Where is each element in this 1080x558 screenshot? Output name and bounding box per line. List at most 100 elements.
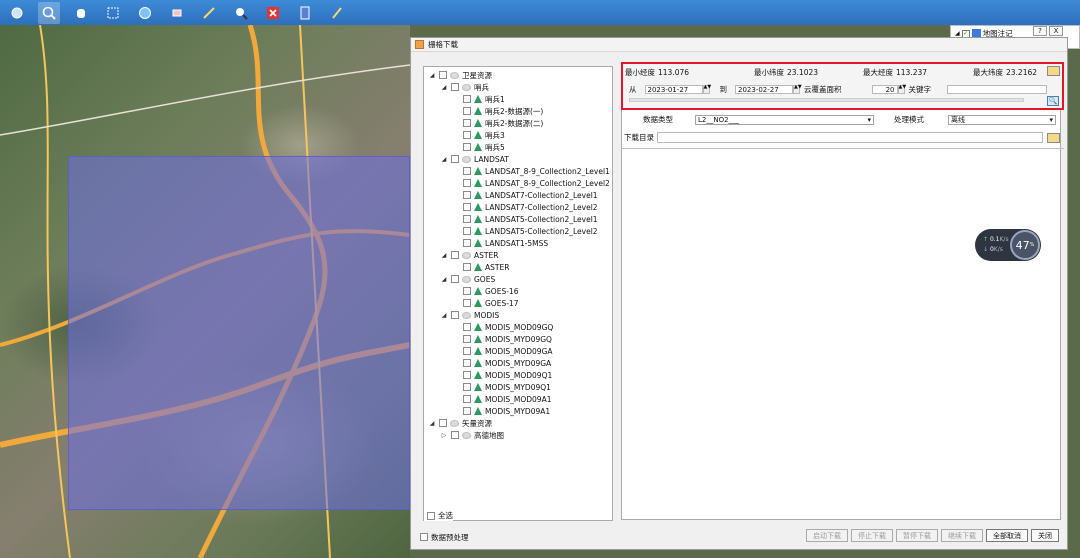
tree-node-checkbox[interactable] xyxy=(451,311,459,319)
expand-toggle-icon[interactable]: ◢ xyxy=(440,156,448,163)
tree-node-checkbox[interactable] xyxy=(463,131,471,139)
tree-leaf-node[interactable]: 哨兵5 xyxy=(424,141,612,153)
tree-leaf-node[interactable]: GOES-17 xyxy=(424,297,612,309)
tree-node-checkbox[interactable] xyxy=(463,239,471,247)
tree-node-checkbox[interactable] xyxy=(463,167,471,175)
preprocess-checkbox[interactable] xyxy=(420,533,428,541)
clear-red-x-icon[interactable] xyxy=(262,2,284,24)
from-date-field[interactable]: 2023-01-27 xyxy=(644,85,703,94)
tree-node-checkbox[interactable] xyxy=(463,335,471,343)
select-tool-icon[interactable] xyxy=(102,2,124,24)
footer-button[interactable]: 停止下载 xyxy=(851,529,893,542)
tree-node-checkbox[interactable] xyxy=(463,371,471,379)
footer-button[interactable]: 暂停下载 xyxy=(896,529,938,542)
tree-node-checkbox[interactable] xyxy=(463,203,471,211)
tree-leaf-node[interactable]: MODIS_MYD09A1 xyxy=(424,405,612,417)
tree-leaf-node[interactable]: 哨兵2-数据源(一) xyxy=(424,105,612,117)
tree-leaf-node[interactable]: 哨兵2-数据源(二) xyxy=(424,117,612,129)
expand-arrow-icon[interactable]: ◢ xyxy=(955,30,960,37)
tree-leaf-node[interactable]: MODIS_MYD09GQ xyxy=(424,333,612,345)
tree-leaf-node[interactable]: MODIS_MYD09GA xyxy=(424,357,612,369)
tree-leaf-node[interactable]: 哨兵1 xyxy=(424,93,612,105)
tree-group-node[interactable]: ◢ 哨兵 xyxy=(424,81,612,93)
tree-node-checkbox[interactable] xyxy=(463,323,471,331)
tree-group-node[interactable]: ◢ LANDSAT xyxy=(424,153,612,165)
data-type-select[interactable]: L2__NO2___ ▾ xyxy=(695,114,874,125)
cloud-spinner[interactable]: ▲▼ xyxy=(897,85,906,94)
tree-node-checkbox[interactable] xyxy=(463,347,471,355)
tree-node-checkbox[interactable] xyxy=(463,395,471,403)
min-lon-value[interactable]: 113.076 xyxy=(658,68,754,77)
tree-group-node[interactable]: ◢ ASTER xyxy=(424,249,612,261)
book-tool-icon[interactable] xyxy=(294,2,316,24)
max-lat-value[interactable]: 23.2162 xyxy=(1006,68,1037,77)
tree-node-checkbox[interactable] xyxy=(463,227,471,235)
tree-node-checkbox[interactable] xyxy=(463,287,471,295)
tree-node-checkbox[interactable] xyxy=(463,359,471,367)
expand-toggle-icon[interactable]: ▷ xyxy=(440,432,448,439)
tree-leaf-node[interactable]: LANDSAT_8-9_Collection2_Level2 xyxy=(424,177,612,189)
search-button-icon[interactable]: 🔍 xyxy=(1047,96,1059,106)
tree-leaf-node[interactable]: LANDSAT5-Collection2_Level1 xyxy=(424,213,612,225)
help-button[interactable]: ? xyxy=(1033,26,1047,36)
select-all-checkbox[interactable] xyxy=(427,511,435,520)
tree-group-node[interactable]: ◢ 矢量资源 xyxy=(424,417,612,429)
tree-node-checkbox[interactable] xyxy=(463,119,471,127)
tree-group-node[interactable]: ◢ MODIS xyxy=(424,309,612,321)
resource-tree[interactable]: ◢ 卫星资源 ◢ 哨兵 哨兵1 哨兵2-数据源(一) 哨兵2-数据源(二) 哨兵3 哨兵5 ◢ LA… xyxy=(423,66,613,521)
pan-hand-icon[interactable] xyxy=(70,2,92,24)
expand-toggle-icon[interactable]: ◢ xyxy=(440,252,448,259)
tree-node-checkbox[interactable] xyxy=(463,95,471,103)
select-all-row[interactable]: 全选 xyxy=(424,510,453,521)
cloud-value-field[interactable]: 20 xyxy=(871,85,898,94)
to-date-spinner[interactable]: ▲▼ xyxy=(793,85,802,94)
mode-select[interactable]: 离线 ▾ xyxy=(948,114,1056,125)
tree-node-checkbox[interactable] xyxy=(463,383,471,391)
footer-button[interactable]: 继续下载 xyxy=(941,529,983,542)
tree-leaf-node[interactable]: LANDSAT1-5MSS xyxy=(424,237,612,249)
tree-node-checkbox[interactable] xyxy=(463,191,471,199)
close-button[interactable]: X xyxy=(1049,26,1063,36)
eraser-tool-icon[interactable] xyxy=(166,2,188,24)
expand-toggle-icon[interactable]: ◢ xyxy=(428,72,436,79)
tree-node-checkbox[interactable] xyxy=(463,263,471,271)
tree-node-checkbox[interactable] xyxy=(463,215,471,223)
measure-tool-icon[interactable] xyxy=(198,2,220,24)
tree-node-checkbox[interactable] xyxy=(463,179,471,187)
tree-node-checkbox[interactable] xyxy=(463,107,471,115)
globe-tool-icon[interactable] xyxy=(134,2,156,24)
footer-button[interactable]: 全部取消 xyxy=(986,529,1028,542)
min-lat-value[interactable]: 23.1023 xyxy=(787,68,863,77)
tree-node-checkbox[interactable] xyxy=(463,143,471,151)
tree-leaf-node[interactable]: LANDSAT5-Collection2_Level2 xyxy=(424,225,612,237)
tree-node-checkbox[interactable] xyxy=(451,275,459,283)
tree-node-checkbox[interactable] xyxy=(463,407,471,415)
search-map-icon[interactable] xyxy=(230,2,252,24)
download-dir-input[interactable] xyxy=(657,132,1044,143)
tree-node-checkbox[interactable] xyxy=(439,71,447,79)
tree-node-checkbox[interactable] xyxy=(439,419,447,427)
expand-toggle-icon[interactable]: ◢ xyxy=(428,420,436,427)
tree-leaf-node[interactable]: LANDSAT7-Collection2_Level1 xyxy=(424,189,612,201)
tree-node-checkbox[interactable] xyxy=(463,299,471,307)
tree-leaf-node[interactable]: MODIS_MOD09GA xyxy=(424,345,612,357)
tree-leaf-node[interactable]: MODIS_MOD09GQ xyxy=(424,321,612,333)
footer-button[interactable]: 关闭 xyxy=(1031,529,1059,542)
tree-leaf-node[interactable]: ASTER xyxy=(424,261,612,273)
draw-extent-icon[interactable] xyxy=(1047,66,1060,76)
tree-leaf-node[interactable]: 哨兵3 xyxy=(424,129,612,141)
expand-toggle-icon[interactable]: ◢ xyxy=(440,276,448,283)
tree-leaf-node[interactable]: LANDSAT7-Collection2_Level2 xyxy=(424,201,612,213)
keyword-input[interactable] xyxy=(947,85,1047,94)
tree-node-checkbox[interactable] xyxy=(451,431,459,439)
tree-node-checkbox[interactable] xyxy=(451,251,459,259)
tree-leaf-node[interactable]: MODIS_MYD09Q1 xyxy=(424,381,612,393)
to-date-field[interactable]: 2023-02-27 xyxy=(735,85,793,94)
max-lon-value[interactable]: 113.237 xyxy=(896,68,973,77)
tree-leaf-node[interactable]: LANDSAT_8-9_Collection2_Level1 xyxy=(424,165,612,177)
network-speed-widget[interactable]: ↑ 0.1K/s ↓ 0K/s 47% xyxy=(975,229,1041,261)
dialog-titlebar[interactable]: 栅格下载 xyxy=(411,38,1067,52)
expand-toggle-icon[interactable]: ◢ xyxy=(440,84,448,91)
tree-group-node[interactable]: ▷ 高德地图 xyxy=(424,429,612,441)
tree-leaf-node[interactable]: GOES-16 xyxy=(424,285,612,297)
